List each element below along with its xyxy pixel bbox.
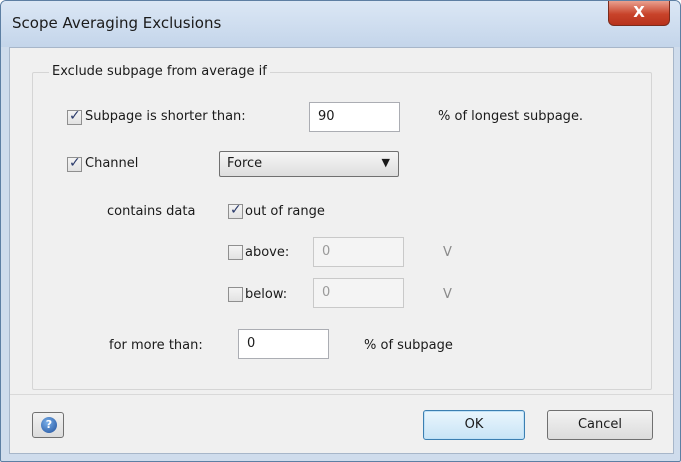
for-more-than-value: 0 xyxy=(247,336,256,351)
chevron-down-icon: ▼ xyxy=(381,156,390,169)
groupbox-legend: Exclude subpage from average if xyxy=(49,64,270,79)
check-icon: ✓ xyxy=(69,155,81,171)
footer-divider xyxy=(10,394,673,395)
subpage-shorter-checkbox[interactable]: ✓ xyxy=(67,108,82,125)
ok-button[interactable]: OK xyxy=(423,410,525,440)
below-input[interactable]: 0 xyxy=(313,278,404,308)
for-more-than-input[interactable]: 0 xyxy=(238,329,329,359)
help-button[interactable]: ? xyxy=(32,412,64,438)
cancel-button[interactable]: Cancel xyxy=(547,410,653,440)
close-icon: X xyxy=(633,3,645,21)
for-more-than-suffix: % of subpage xyxy=(364,338,453,353)
subpage-shorter-label: Subpage is shorter than: xyxy=(85,109,246,124)
below-checkbox[interactable] xyxy=(228,287,243,302)
above-input[interactable]: 0 xyxy=(313,237,404,267)
above-unit: V xyxy=(443,245,452,260)
above-label: above: xyxy=(245,245,290,260)
subpage-shorter-input[interactable]: 90 xyxy=(309,102,400,132)
channel-dropdown[interactable]: Force ▼ xyxy=(219,151,399,177)
above-value: 0 xyxy=(322,244,331,259)
out-of-range-label: out of range xyxy=(245,204,325,219)
title-bar[interactable]: Scope Averaging Exclusions X xyxy=(1,1,680,47)
dialog-window: Scope Averaging Exclusions X Exclude sub… xyxy=(0,0,681,462)
check-icon: ✓ xyxy=(230,202,242,218)
channel-checkbox[interactable]: ✓ xyxy=(67,155,82,172)
below-label: below: xyxy=(245,287,288,302)
subpage-shorter-suffix: % of longest subpage. xyxy=(438,109,584,124)
exclusion-groupbox: Exclude subpage from average if ✓ Subpag… xyxy=(32,64,652,390)
channel-selected-value: Force xyxy=(227,156,263,171)
out-of-range-checkbox[interactable]: ✓ xyxy=(228,202,243,219)
close-button[interactable]: X xyxy=(608,1,670,26)
window-title: Scope Averaging Exclusions xyxy=(12,14,222,32)
subpage-shorter-value: 90 xyxy=(318,109,335,124)
below-value: 0 xyxy=(322,285,331,300)
contains-data-label: contains data xyxy=(107,204,196,219)
help-icon: ? xyxy=(41,417,57,433)
dialog-client-area: Exclude subpage from average if ✓ Subpag… xyxy=(9,47,674,454)
for-more-than-label: for more than: xyxy=(109,338,203,353)
check-icon: ✓ xyxy=(69,108,81,124)
below-unit: V xyxy=(443,287,452,302)
channel-label: Channel xyxy=(85,156,139,171)
above-checkbox[interactable] xyxy=(228,245,243,260)
